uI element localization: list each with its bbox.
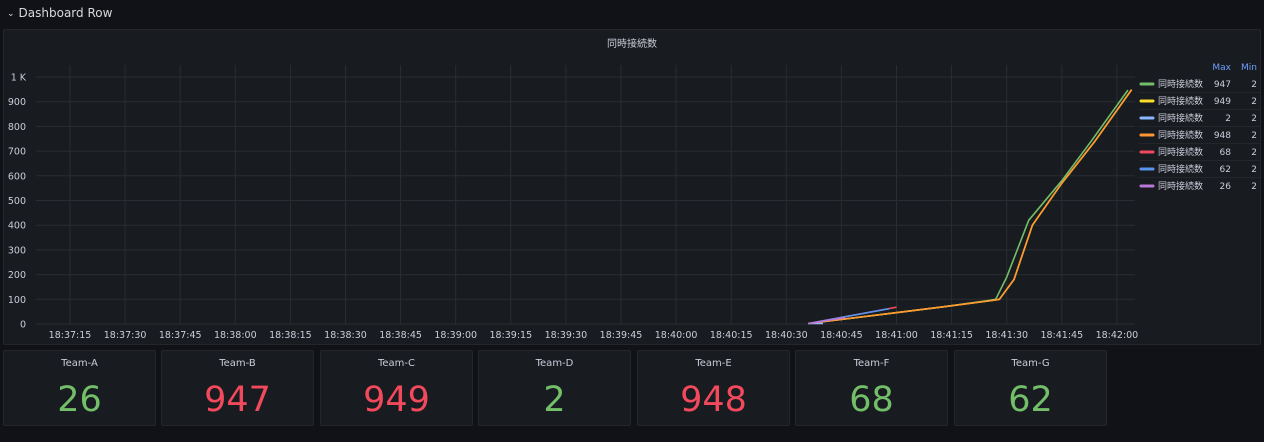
x-tick-label: 18:37:15 [49, 330, 92, 341]
stat-value: 948 [680, 380, 747, 420]
x-tick-label: 18:39:00 [434, 330, 477, 341]
y-tick-label: 0 [20, 320, 26, 331]
stat-title[interactable]: Team-B [162, 358, 313, 369]
x-tick-label: 18:37:45 [159, 330, 202, 341]
y-tick-label: 200 [8, 270, 26, 281]
series-line-4 [808, 89, 1133, 325]
stat-title[interactable]: Team-D [479, 358, 630, 369]
legend-series-name: 同時接続数 [1158, 129, 1203, 141]
x-tick-label: 18:41:00 [875, 330, 918, 341]
stat-panel-team-g: Team-G 62 [954, 350, 1107, 426]
stat-value: 62 [1008, 380, 1053, 420]
x-tick-label: 18:40:15 [710, 330, 753, 341]
stat-value: 26 [57, 380, 102, 420]
legend-max-value: 948 [1214, 131, 1231, 141]
stat-panel-team-e: Team-E 948 [637, 350, 790, 426]
legend-max-value: 947 [1214, 80, 1231, 90]
legend-min-value: 2 [1251, 131, 1257, 141]
y-tick-label: 600 [8, 171, 26, 182]
x-tick-label: 18:38:00 [214, 330, 257, 341]
legend-series-name: 同時接続数 [1158, 180, 1203, 192]
line-chart: 0 100 200 300 400 500 600 700 800 900 1 K 18:37:15 1… [8, 63, 1260, 341]
legend-max-value: 2 [1225, 114, 1231, 124]
y-tick-label: 800 [8, 122, 26, 133]
y-tick-label: 100 [8, 295, 26, 306]
stat-value: 947 [204, 380, 271, 420]
legend-series-name: 同時接続数 [1158, 112, 1203, 124]
stat-panel-team-c: Team-C 949 [320, 350, 473, 426]
y-tick-label: 700 [8, 147, 26, 158]
legend-max-value: 949 [1214, 97, 1231, 107]
legend-max-value: 62 [1220, 165, 1231, 175]
x-tick-label: 18:42:00 [1096, 330, 1139, 341]
stat-title[interactable]: Team-C [321, 358, 472, 369]
dashboard-row-header[interactable]: ⌄ Dashboard Row [7, 4, 112, 22]
legend-series-name: 同時接続数 [1158, 163, 1203, 175]
series-line-1 [808, 89, 1129, 325]
series-line-7 [808, 316, 846, 325]
legend-header-min: Min [1241, 63, 1257, 73]
row-title: Dashboard Row [18, 6, 113, 20]
stat-value: 68 [849, 380, 894, 420]
stat-panel-team-f: Team-F 68 [795, 350, 948, 426]
x-tick-label: 18:40:30 [765, 330, 808, 341]
x-tick-label: 18:39:45 [600, 330, 643, 341]
x-tick-label: 18:38:15 [269, 330, 312, 341]
x-tick-label: 18:40:00 [655, 330, 698, 341]
stat-panel-team-a: Team-A 26 [3, 350, 156, 426]
x-tick-label: 18:38:45 [379, 330, 422, 341]
x-tick-label: 18:37:30 [104, 330, 147, 341]
chevron-down-icon: ⌄ [7, 9, 15, 19]
legend-series-name: 同時接続数 [1158, 146, 1203, 158]
stat-panel-team-b: Team-B 947 [161, 350, 314, 426]
y-tick-label: 900 [8, 97, 26, 108]
legend-series-name: 同時接続数 [1158, 78, 1203, 90]
legend-min-value: 2 [1251, 80, 1257, 90]
stat-value: 2 [543, 380, 566, 420]
legend-min-value: 2 [1251, 97, 1257, 107]
x-tick-label: 18:41:30 [985, 330, 1028, 341]
stat-value: 949 [363, 380, 430, 420]
y-tick-label: 1 K [11, 73, 27, 84]
x-tick-label: 18:39:30 [545, 330, 588, 341]
legend-max-value: 26 [1220, 182, 1232, 192]
x-tick-label: 18:39:15 [489, 330, 532, 341]
connections-graph-panel: 同時接続数 0 100 200 300 400 500 600 700 800 900 1 K 18:… [3, 29, 1261, 345]
x-tick-label: 18:41:45 [1040, 330, 1083, 341]
legend-series-name: 同時接続数 [1158, 95, 1203, 107]
legend-min-value: 2 [1251, 165, 1257, 175]
stat-title[interactable]: Team-A [4, 358, 155, 369]
stat-title[interactable]: Team-G [955, 358, 1106, 369]
legend-max-value: 68 [1220, 148, 1232, 158]
series-line-2 [808, 89, 1133, 325]
stat-title[interactable]: Team-E [638, 358, 789, 369]
x-tick-label: 18:41:15 [930, 330, 973, 341]
legend-min-value: 2 [1251, 114, 1257, 124]
y-tick-label: 500 [8, 196, 26, 207]
legend-min-value: 2 [1251, 148, 1257, 158]
stat-panel-team-d: Team-D 2 [478, 350, 631, 426]
y-tick-label: 400 [8, 221, 26, 232]
legend-header-max: Max [1212, 63, 1231, 73]
y-tick-label: 300 [8, 245, 26, 256]
x-tick-label: 18:38:30 [324, 330, 367, 341]
x-tick-label: 18:40:45 [820, 330, 863, 341]
stat-title[interactable]: Team-F [796, 358, 947, 369]
legend-min-value: 2 [1251, 182, 1257, 192]
